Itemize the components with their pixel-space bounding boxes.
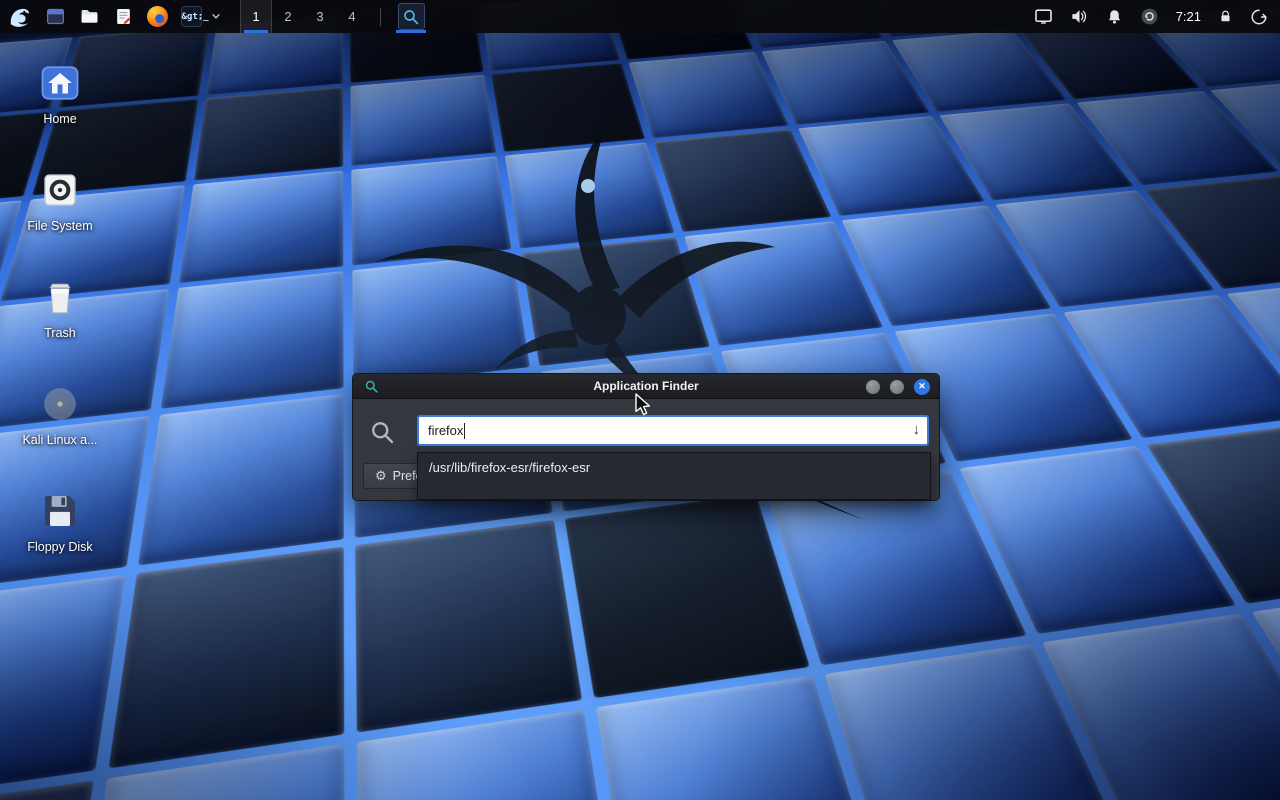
firefox-launcher[interactable] [140,0,174,33]
window-icon [45,6,66,27]
keyring-lock-icon[interactable] [1218,8,1233,25]
desktop-icon-file-system[interactable]: File System [12,165,108,233]
window-manager-launcher[interactable] [38,0,72,33]
file-manager-launcher[interactable] [72,0,106,33]
kali-desktop: &gt;_ 1 2 3 4 [0,0,1280,800]
panel-clock[interactable]: 7:21 [1176,9,1201,24]
completion-item[interactable]: /usr/lib/firefox-esr/firefox-esr [418,453,930,475]
finder-body: firefox ↓ ⚙ Preferences /usr/lib/firefox… [353,399,939,501]
trash-icon [42,277,78,317]
desktop-icon-label: File System [12,219,108,233]
floppy-disk-icon [40,491,80,531]
top-panel: &gt;_ 1 2 3 4 [0,0,1280,33]
dropdown-arrow-icon[interactable]: ↓ [913,421,921,438]
volume-icon[interactable] [1070,7,1089,26]
notifications-bell-icon[interactable] [1106,8,1123,26]
completion-popup: /usr/lib/firefox-esr/firefox-esr [417,452,931,500]
terminal-launcher[interactable]: &gt;_ [174,0,208,33]
desktop-icon-floppy-disk[interactable]: Floppy Disk [12,486,108,554]
chevron-down-icon [211,13,221,20]
desktop-icon-home[interactable]: Home [12,58,108,126]
desktop-icon-label: Floppy Disk [12,540,108,554]
desktop-icon-trash[interactable]: Trash [12,272,108,340]
desktop-icon-label: Trash [12,326,108,340]
close-button[interactable]: ✕ [914,379,930,395]
desktop-icon-kali-installer[interactable]: Kali Linux a... [12,379,108,447]
kali-logo-icon [6,4,32,30]
logout-icon[interactable] [1250,8,1268,26]
maximize-button[interactable] [890,380,904,394]
application-finder-launcher[interactable] [393,0,429,33]
firefox-icon [147,6,168,27]
workspace-1[interactable]: 1 [240,0,272,33]
search-magnifier-icon [369,419,396,446]
text-editor-launcher[interactable] [106,0,140,33]
file-system-drive-icon [40,170,80,210]
desktop-icon-label: Kali Linux a... [12,433,108,447]
home-folder-icon [39,62,81,104]
kali-installer-disc-icon [40,384,80,424]
display-icon[interactable] [1034,7,1053,26]
window-title: Application Finder [353,374,939,399]
terminal-dropdown-button[interactable] [208,0,224,33]
text-editor-icon [114,6,133,27]
panel-separator [380,8,381,26]
gear-icon: ⚙ [375,468,387,484]
search-input[interactable]: firefox ↓ [417,415,929,446]
workspace-switcher: 1 2 3 4 [240,0,368,33]
search-input-value: firefox [428,423,463,438]
desktop-icon-label: Home [12,112,108,126]
updates-icon[interactable] [1140,7,1159,26]
folder-icon [79,6,100,27]
workspace-3[interactable]: 3 [304,0,336,33]
system-tray: 7:21 [1034,0,1280,33]
workspace-2[interactable]: 2 [272,0,304,33]
search-icon [402,8,420,26]
application-finder-window: Application Finder ✕ firefox ↓ ⚙ Prefere… [352,373,940,501]
workspace-4[interactable]: 4 [336,0,368,33]
text-caret [464,423,465,439]
terminal-icon: &gt;_ [181,6,202,27]
minimize-button[interactable] [866,380,880,394]
finder-titlebar[interactable]: Application Finder ✕ [353,374,939,399]
kali-menu-button[interactable] [0,0,38,33]
